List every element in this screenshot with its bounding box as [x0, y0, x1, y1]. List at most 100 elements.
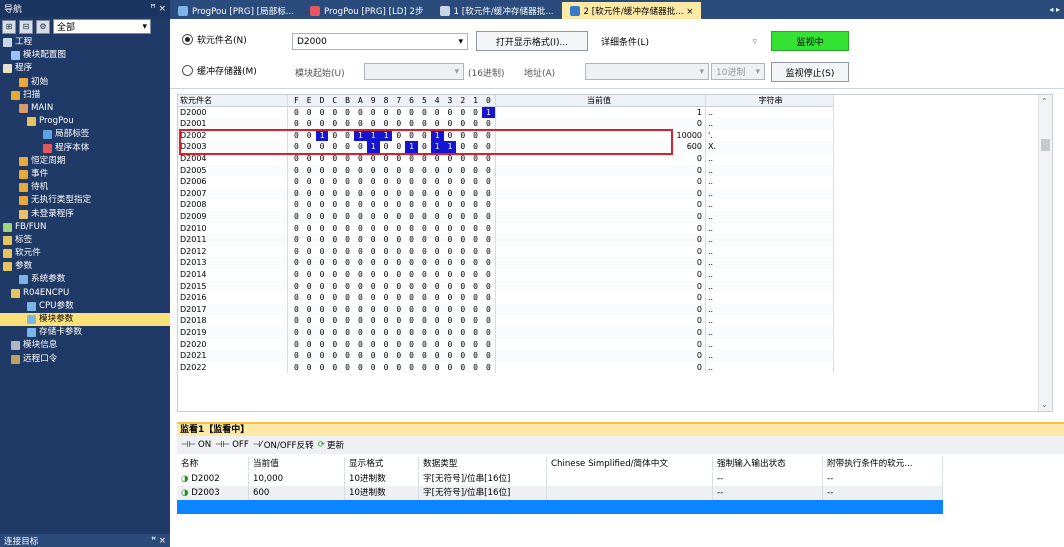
bit-cell[interactable]: 0 — [469, 234, 482, 246]
bit-cell[interactable]: 0 — [380, 246, 393, 258]
bit-cell[interactable]: 0 — [469, 107, 482, 119]
bit-cell[interactable]: 0 — [392, 188, 405, 200]
bit-cell[interactable]: 0 — [482, 176, 495, 188]
bit-cell[interactable]: 0 — [328, 350, 341, 362]
watch-cell[interactable]: 10,000 — [249, 472, 345, 486]
bit-cell[interactable]: 0 — [367, 315, 380, 327]
detail-conditions-toggle[interactable]: 详细条件(L) ▿ — [596, 33, 762, 50]
bit-cell[interactable]: 0 — [341, 188, 354, 200]
bit-cell[interactable]: 0 — [316, 304, 329, 316]
bit-cell[interactable]: 0 — [392, 350, 405, 362]
bit-cell[interactable]: 0 — [303, 211, 316, 223]
bit-cell[interactable]: 0 — [392, 281, 405, 293]
table-row[interactable]: D2011 0 0 0 0 0 0 0 0 0 0 0 0 0 0 0 0 0.. — [178, 234, 834, 246]
bit-cell[interactable]: 0 — [431, 165, 444, 177]
bit-cell[interactable]: 0 — [354, 234, 367, 246]
tab-3[interactable]: 1 [软元件/缓冲存储器批... — [432, 2, 562, 19]
bit-cell[interactable]: 0 — [328, 223, 341, 235]
bit-cell[interactable]: 0 — [482, 257, 495, 269]
bit-cell[interactable]: 0 — [367, 199, 380, 211]
bit-cell[interactable]: 0 — [392, 199, 405, 211]
bit-cell[interactable]: 0 — [290, 339, 303, 351]
bit-cell[interactable]: 0 — [431, 362, 444, 374]
bit-cell[interactable]: 0 — [405, 292, 418, 304]
device-name-cell[interactable]: D2011 — [178, 234, 288, 246]
bit-cell[interactable]: 0 — [431, 327, 444, 339]
device-name-cell[interactable]: D2008 — [178, 199, 288, 211]
bit-cell[interactable]: 0 — [405, 246, 418, 258]
bit-cell[interactable]: 0 — [367, 107, 380, 119]
bit-cell[interactable]: 0 — [444, 292, 457, 304]
current-value-cell[interactable]: 0 — [496, 350, 706, 362]
on-button[interactable]: ⊣⊢ ON — [181, 440, 211, 450]
bit-cell[interactable]: 0 — [392, 327, 405, 339]
bit-cell[interactable]: 0 — [444, 327, 457, 339]
bit-cell[interactable]: 0 — [444, 257, 457, 269]
bit-cell[interactable]: 0 — [328, 257, 341, 269]
watch-cell[interactable]: -- — [713, 472, 823, 486]
bit-cell[interactable]: 0 — [316, 211, 329, 223]
bit-cell[interactable]: 0 — [341, 281, 354, 293]
device-name-cell[interactable]: D2017 — [178, 303, 288, 316]
bit-cell[interactable]: 0 — [405, 339, 418, 351]
bit-cell[interactable]: 0 — [290, 327, 303, 339]
bit-cell[interactable]: 0 — [482, 223, 495, 235]
bit-cell[interactable]: 0 — [290, 281, 303, 293]
current-value-cell[interactable]: 0 — [496, 176, 706, 188]
tree-item[interactable]: 程序本体 — [0, 142, 170, 155]
bit-cell[interactable]: 0 — [341, 257, 354, 269]
bit-cell[interactable]: 0 — [444, 188, 457, 200]
bit-cell[interactable]: 0 — [418, 176, 431, 188]
device-name-cell[interactable]: D2006 — [178, 176, 288, 188]
bit-cell[interactable]: 0 — [456, 246, 469, 258]
tree-item[interactable]: FB/FUN — [0, 221, 170, 234]
bit-cell[interactable]: 0 — [380, 107, 393, 119]
bit-cell[interactable]: 0 — [367, 339, 380, 351]
expand-icon[interactable]: ⊞ — [2, 19, 16, 34]
bit-cell[interactable]: 0 — [303, 350, 316, 362]
bit-cell[interactable]: 0 — [316, 107, 329, 119]
watch-cell[interactable]: -- — [823, 472, 943, 486]
bit-cell[interactable]: 0 — [392, 165, 405, 177]
device-name-cell[interactable]: D2020 — [178, 338, 288, 351]
bit-cell[interactable]: 0 — [469, 165, 482, 177]
bit-cell[interactable]: 0 — [431, 246, 444, 258]
tree-item[interactable]: 事件 — [0, 168, 170, 181]
bit-cell[interactable]: 0 — [456, 199, 469, 211]
settings-icon[interactable]: ⚙ — [36, 19, 50, 34]
bit-cell[interactable]: 0 — [303, 315, 316, 327]
bit-cell[interactable]: 0 — [354, 199, 367, 211]
bit-cell[interactable]: 0 — [328, 234, 341, 246]
bit-cell[interactable]: 0 — [431, 350, 444, 362]
bit-cell[interactable]: 0 — [380, 339, 393, 351]
table-row[interactable]: D2012 0 0 0 0 0 0 0 0 0 0 0 0 0 0 0 0 0.. — [178, 245, 834, 258]
table-row[interactable]: D2019 0 0 0 0 0 0 0 0 0 0 0 0 0 0 0 0 0.. — [178, 327, 834, 339]
bit-cell[interactable]: 0 — [431, 223, 444, 235]
bit-cell[interactable]: 0 — [303, 362, 316, 374]
bit-cell[interactable]: 0 — [290, 223, 303, 235]
tree-item[interactable]: 扫描 — [0, 89, 170, 102]
bit-cell[interactable]: 0 — [469, 315, 482, 327]
current-value-cell[interactable]: 0 — [496, 280, 706, 293]
bit-cell[interactable]: 0 — [367, 223, 380, 235]
bit-cell[interactable]: 0 — [328, 211, 341, 223]
bit-cell[interactable]: 0 — [482, 362, 495, 374]
current-value-cell[interactable]: 0 — [496, 338, 706, 351]
bit-cell[interactable]: 0 — [290, 246, 303, 258]
current-value-cell[interactable]: 0 — [496, 361, 706, 374]
bit-cell[interactable]: 0 — [431, 339, 444, 351]
bit-cell[interactable]: 0 — [354, 176, 367, 188]
selected-empty-row[interactable] — [177, 500, 943, 514]
bit-cell[interactable]: 0 — [354, 257, 367, 269]
bit-cell[interactable]: 0 — [469, 223, 482, 235]
table-row[interactable]: D2022 0 0 0 0 0 0 0 0 0 0 0 0 0 0 0 0 0.. — [178, 361, 834, 374]
bit-cell[interactable]: 0 — [380, 350, 393, 362]
bit-cell[interactable]: 0 — [380, 257, 393, 269]
bit-cell[interactable]: 0 — [341, 223, 354, 235]
module-start-input[interactable]: ▾ — [364, 63, 464, 80]
bit-cell[interactable]: 0 — [418, 234, 431, 246]
tree-item[interactable]: R04ENCPU — [0, 287, 170, 300]
tree-item[interactable]: 待机 — [0, 181, 170, 194]
bit-cell[interactable]: 0 — [328, 246, 341, 258]
table-row[interactable]: D2014 0 0 0 0 0 0 0 0 0 0 0 0 0 0 0 0 0.. — [178, 269, 834, 281]
